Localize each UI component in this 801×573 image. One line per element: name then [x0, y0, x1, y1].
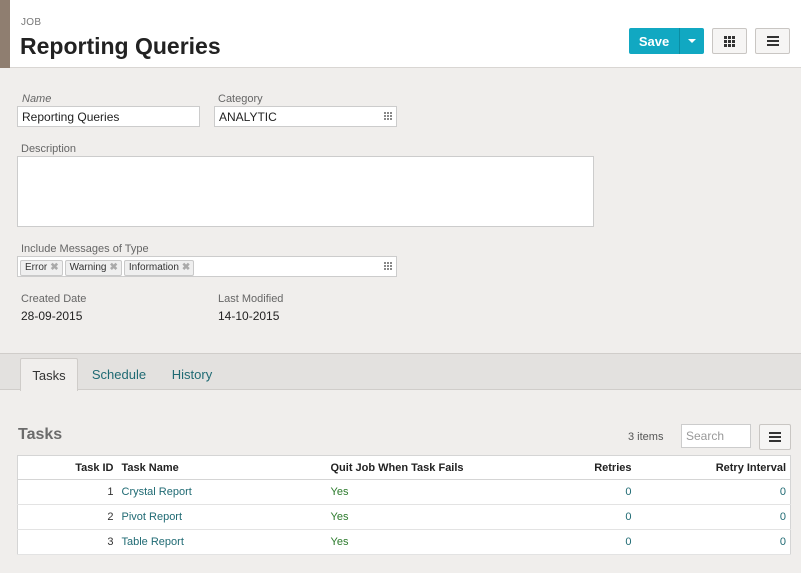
messages-type-field[interactable]: Error ✖ Warning ✖ Information ✖	[17, 256, 397, 277]
search-input[interactable]: Search	[681, 424, 751, 448]
selector-dots-icon[interactable]	[384, 262, 392, 270]
task-name-link[interactable]: Pivot Report	[117, 504, 327, 530]
column-header-quit-job[interactable]: Quit Job When Task Fails	[326, 455, 537, 480]
column-header-task-name[interactable]: Task Name	[117, 455, 327, 480]
selector-dots-icon[interactable]	[384, 112, 392, 120]
header-accent-bar	[0, 0, 10, 68]
more-menu-button[interactable]	[755, 28, 790, 54]
tasks-section-title: Tasks	[18, 426, 63, 443]
description-label: Description	[21, 143, 77, 155]
task-id-cell: 1	[17, 479, 118, 505]
task-id-cell: 3	[17, 529, 118, 555]
retry-interval-cell: 0	[635, 479, 791, 505]
remove-tag-icon[interactable]: ✖	[50, 262, 58, 273]
page-title: Reporting Queries	[20, 33, 221, 59]
quit-job-cell: Yes	[326, 479, 537, 505]
grid-view-icon	[724, 35, 735, 47]
tasks-table: Task ID Task Name Quit Job When Task Fai…	[17, 455, 791, 555]
last-modified-value: 14-10-2015	[218, 309, 280, 323]
retries-cell: 0	[536, 504, 636, 530]
task-id-cell: 2	[17, 504, 118, 530]
retry-interval-cell: 0	[635, 504, 791, 530]
created-date-label: Created Date	[21, 293, 87, 305]
task-name-link[interactable]: Crystal Report	[117, 479, 327, 505]
list-menu-icon	[769, 432, 781, 442]
list-menu-button[interactable]	[759, 424, 791, 450]
table-row[interactable]: 1 Crystal Report Yes 0 0	[17, 479, 791, 505]
menu-icon	[766, 36, 779, 46]
retries-cell: 0	[536, 479, 636, 505]
table-row[interactable]: 3 Table Report Yes 0 0	[17, 529, 791, 555]
name-label: Name	[22, 93, 52, 105]
grid-view-button[interactable]	[712, 28, 747, 54]
created-date-value: 28-09-2015	[21, 309, 83, 323]
column-header-retries[interactable]: Retries	[536, 455, 636, 480]
remove-tag-icon[interactable]: ✖	[110, 262, 118, 273]
message-tag: Warning ✖	[64, 259, 122, 276]
last-modified-label: Last Modified	[218, 293, 284, 305]
record-type-label: JOB	[21, 17, 42, 28]
quit-job-cell: Yes	[326, 529, 537, 555]
retry-interval-cell: 0	[635, 529, 791, 555]
category-value: ANALYTIC	[219, 110, 277, 124]
messages-type-label: Include Messages of Type	[21, 243, 149, 255]
message-tag: Error ✖	[20, 259, 63, 276]
message-tag: Information ✖	[123, 259, 195, 276]
page-header: JOB Reporting Queries Save	[0, 0, 801, 68]
task-name-link[interactable]: Table Report	[117, 529, 327, 555]
table-header-row: Task ID Task Name Quit Job When Task Fai…	[17, 455, 791, 480]
category-select[interactable]: ANALYTIC	[214, 106, 397, 127]
dropdown-caret-icon	[688, 39, 696, 43]
message-tag-label: Warning	[69, 262, 107, 273]
save-button-group: Save	[629, 28, 704, 54]
remove-tag-icon[interactable]: ✖	[182, 262, 190, 273]
table-row[interactable]: 2 Pivot Report Yes 0 0	[17, 504, 791, 530]
message-tag-label: Information	[128, 262, 179, 273]
category-label: Category	[218, 93, 263, 105]
column-header-retry-interval[interactable]: Retry Interval	[635, 455, 791, 480]
save-options-dropdown[interactable]	[679, 28, 704, 54]
tab-tasks[interactable]: Tasks	[20, 358, 78, 391]
tab-schedule[interactable]: Schedule	[84, 358, 154, 391]
retries-cell: 0	[536, 529, 636, 555]
tab-history[interactable]: History	[162, 358, 222, 391]
tab-bar: Tasks Schedule History	[0, 353, 801, 391]
description-field[interactable]	[17, 156, 594, 227]
quit-job-cell: Yes	[326, 504, 537, 530]
save-button[interactable]: Save	[629, 28, 679, 54]
item-count: 3 items	[628, 431, 664, 443]
column-header-task-id[interactable]: Task ID	[17, 455, 118, 480]
message-tag-label: Error	[25, 262, 48, 273]
name-field[interactable]: Reporting Queries	[17, 106, 200, 127]
